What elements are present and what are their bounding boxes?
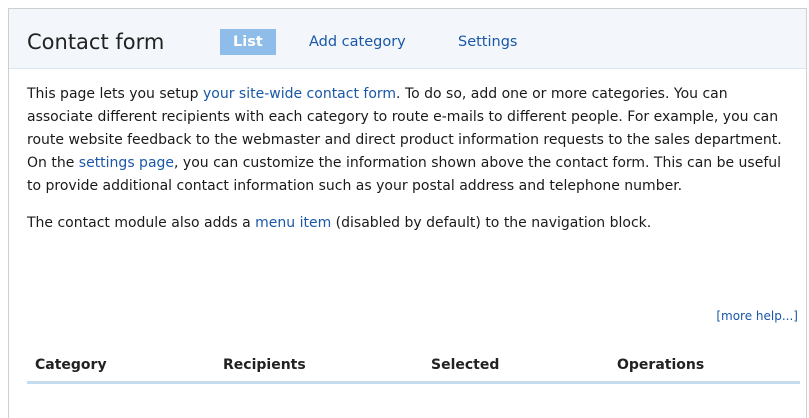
more-help-link[interactable]: [more help...] <box>716 309 798 323</box>
column-header-selected[interactable]: Selected <box>423 351 609 384</box>
table-header-row: Category Recipients Selected Operations <box>27 351 800 384</box>
contact-form-panel: Contact form List Add category Settings … <box>8 8 807 418</box>
column-header-category[interactable]: Category <box>27 351 215 384</box>
column-header-recipients[interactable]: Recipients <box>215 351 423 384</box>
help-text-segment: (disabled by default) to the navigation … <box>331 215 652 231</box>
tab-list[interactable]: List <box>220 29 276 55</box>
categories-table: Category Recipients Selected Operations <box>27 351 800 384</box>
help-text: This page lets you setup your site-wide … <box>9 69 806 235</box>
menu-item-link[interactable]: menu item <box>255 215 331 231</box>
tab-add-category[interactable]: Add category <box>309 29 406 55</box>
help-paragraph-2: The contact module also adds a menu item… <box>27 212 792 235</box>
page-header: Contact form List Add category Settings <box>9 9 806 69</box>
page-title: Contact form <box>27 30 165 54</box>
tab-settings[interactable]: Settings <box>458 29 517 55</box>
help-text-segment: The contact module also adds a <box>27 215 256 231</box>
help-paragraph-1: This page lets you setup your site-wide … <box>27 83 792 198</box>
column-header-operations: Operations <box>609 351 800 384</box>
site-wide-contact-form-link[interactable]: your site-wide contact form <box>203 86 396 102</box>
settings-page-link[interactable]: settings page <box>79 155 174 171</box>
help-text-segment: This page lets you setup <box>27 86 203 102</box>
